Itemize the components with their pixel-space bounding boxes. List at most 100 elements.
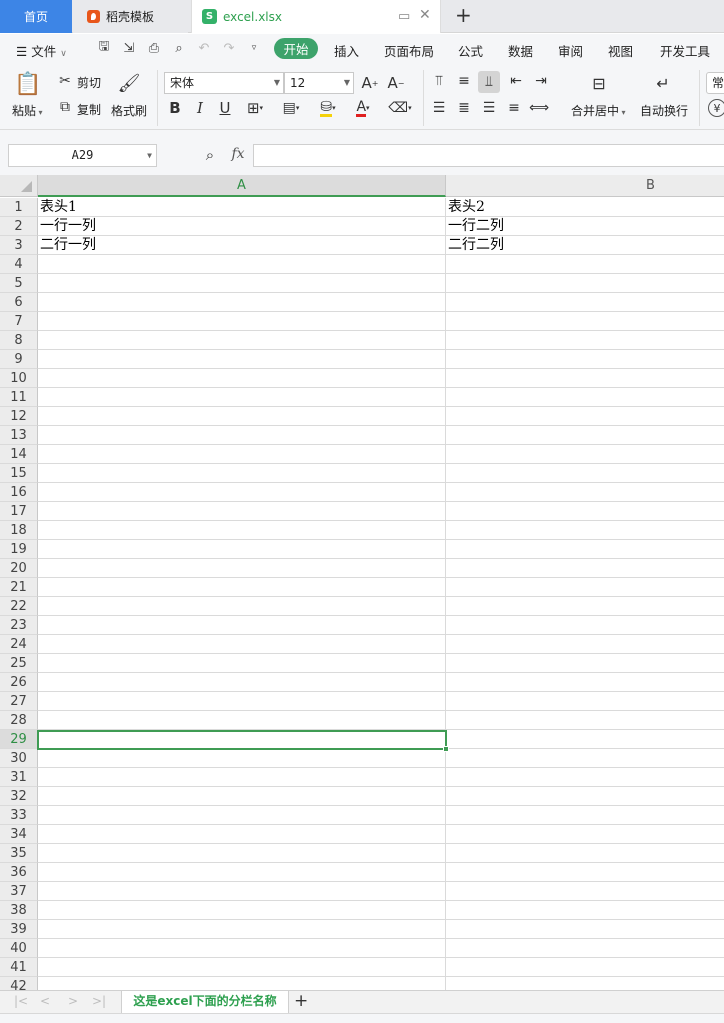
cell-a[interactable] (38, 293, 446, 312)
add-sheet-button[interactable]: + (294, 991, 308, 1011)
cell-b[interactable] (446, 616, 724, 635)
bold-icon[interactable]: B (166, 99, 184, 117)
print-icon[interactable]: ⎙ (146, 40, 162, 56)
formula-input[interactable] (253, 144, 724, 167)
file-menu-button[interactable]: ☰ 文件 ∨ (16, 41, 67, 60)
row-header[interactable]: 13 (0, 426, 38, 445)
row-header[interactable]: 19 (0, 540, 38, 559)
cell-style-icon[interactable]: ▤ ▾ (278, 99, 304, 117)
row-header[interactable]: 35 (0, 844, 38, 863)
tab-home[interactable]: 首页 (0, 0, 72, 33)
increase-font-icon[interactable]: A + (360, 73, 380, 93)
name-box[interactable]: A29 ▼ (8, 144, 157, 167)
cell-b[interactable] (446, 844, 724, 863)
next-sheet-icon[interactable]: > (68, 994, 78, 1008)
row-header[interactable]: 10 (0, 369, 38, 388)
export-icon[interactable]: ⇲ (121, 40, 137, 56)
cell-b[interactable] (446, 958, 724, 977)
underline-icon[interactable]: U (216, 99, 234, 117)
cell-a[interactable] (38, 939, 446, 958)
row-header[interactable]: 18 (0, 521, 38, 540)
row-header[interactable]: 20 (0, 559, 38, 578)
cell-b[interactable] (446, 787, 724, 806)
column-header-a[interactable]: A (38, 175, 446, 197)
cut-button[interactable]: 剪切 (77, 74, 101, 91)
cell-a[interactable] (38, 350, 446, 369)
cell-a[interactable] (38, 331, 446, 350)
row-header[interactable]: 2 (0, 217, 38, 236)
cell-a[interactable] (38, 654, 446, 673)
merge-center-button[interactable]: 合并居中 ▾ (571, 102, 626, 119)
decrease-font-icon[interactable]: A − (386, 73, 406, 93)
row-header[interactable]: 17 (0, 502, 38, 521)
cell-b[interactable] (446, 711, 724, 730)
cell-b[interactable] (446, 977, 724, 990)
menu-developer[interactable]: 开发工具 (660, 41, 710, 60)
row-header[interactable]: 37 (0, 882, 38, 901)
cell-a[interactable] (38, 844, 446, 863)
align-left-icon[interactable]: ☰ (430, 99, 448, 117)
row-header[interactable]: 7 (0, 312, 38, 331)
cell-a[interactable] (38, 464, 446, 483)
cell-a[interactable] (38, 521, 446, 540)
tab-template[interactable]: 稻壳模板 (73, 0, 188, 33)
cell-b[interactable] (446, 502, 724, 521)
row-header[interactable]: 41 (0, 958, 38, 977)
align-bottom-icon[interactable]: ⫫ (478, 71, 500, 93)
customize-chevron-icon[interactable]: ▿ (246, 40, 262, 56)
cell-a[interactable] (38, 559, 446, 578)
font-size-select[interactable]: 12 ▼ (284, 72, 354, 94)
fill-handle[interactable] (443, 746, 449, 752)
cell-b[interactable] (446, 464, 724, 483)
format-painter-button[interactable]: 格式刷 (111, 102, 147, 119)
menu-page-layout[interactable]: 页面布局 (384, 41, 434, 60)
cell-b[interactable]: 二行二列 (446, 236, 724, 255)
cell-a[interactable] (38, 255, 446, 274)
first-sheet-icon[interactable]: |< (14, 994, 28, 1008)
cell-a[interactable] (38, 692, 446, 711)
number-format-select[interactable]: 常 (706, 72, 724, 94)
increase-indent-icon[interactable]: ⇥ (532, 72, 550, 90)
cell-b[interactable] (446, 939, 724, 958)
cell-b[interactable] (446, 749, 724, 768)
menu-formula[interactable]: 公式 (458, 41, 483, 60)
row-header[interactable]: 26 (0, 673, 38, 692)
cell-b[interactable] (446, 255, 724, 274)
row-header[interactable]: 15 (0, 464, 38, 483)
cell-a[interactable] (38, 901, 446, 920)
decrease-indent-icon[interactable]: ⇤ (507, 72, 525, 90)
cell-b[interactable] (446, 312, 724, 331)
format-painter-icon[interactable]: 🖌 (118, 71, 141, 95)
paste-button[interactable]: 粘贴 ▾ (12, 102, 43, 119)
border-icon[interactable]: ⊞ ▾ (242, 99, 268, 117)
row-header[interactable]: 31 (0, 768, 38, 787)
cell-b[interactable]: 一行二列 (446, 217, 724, 236)
merge-cells-icon[interactable]: ⊟ (587, 72, 611, 94)
cell-a[interactable] (38, 388, 446, 407)
row-header[interactable]: 11 (0, 388, 38, 407)
cell-a[interactable] (38, 426, 446, 445)
row-header[interactable]: 12 (0, 407, 38, 426)
distribute-icon[interactable]: ⟺ (529, 99, 549, 117)
copy-icon[interactable]: ⧉ (57, 99, 73, 115)
cell-a[interactable] (38, 825, 446, 844)
row-header[interactable]: 25 (0, 654, 38, 673)
close-icon[interactable]: ✕ (419, 7, 431, 23)
clear-format-icon[interactable]: ⌫ ▾ (386, 99, 414, 117)
insert-function-icon[interactable]: fx (228, 145, 248, 163)
fill-color-icon[interactable]: ⛁ ▾ (313, 99, 343, 117)
cell-a[interactable] (38, 540, 446, 559)
justify-icon[interactable]: ≡ (505, 99, 523, 117)
cell-a[interactable] (38, 274, 446, 293)
row-header[interactable]: 22 (0, 597, 38, 616)
align-right-icon[interactable]: ☰ (480, 99, 498, 117)
scissors-icon[interactable]: ✂ (57, 73, 73, 89)
cell-a[interactable] (38, 616, 446, 635)
cell-b[interactable] (446, 369, 724, 388)
row-header[interactable]: 32 (0, 787, 38, 806)
row-header[interactable]: 23 (0, 616, 38, 635)
row-header[interactable]: 27 (0, 692, 38, 711)
cell-b[interactable] (446, 578, 724, 597)
menu-review[interactable]: 审阅 (558, 41, 583, 60)
align-top-icon[interactable]: ⫪ (430, 72, 448, 90)
